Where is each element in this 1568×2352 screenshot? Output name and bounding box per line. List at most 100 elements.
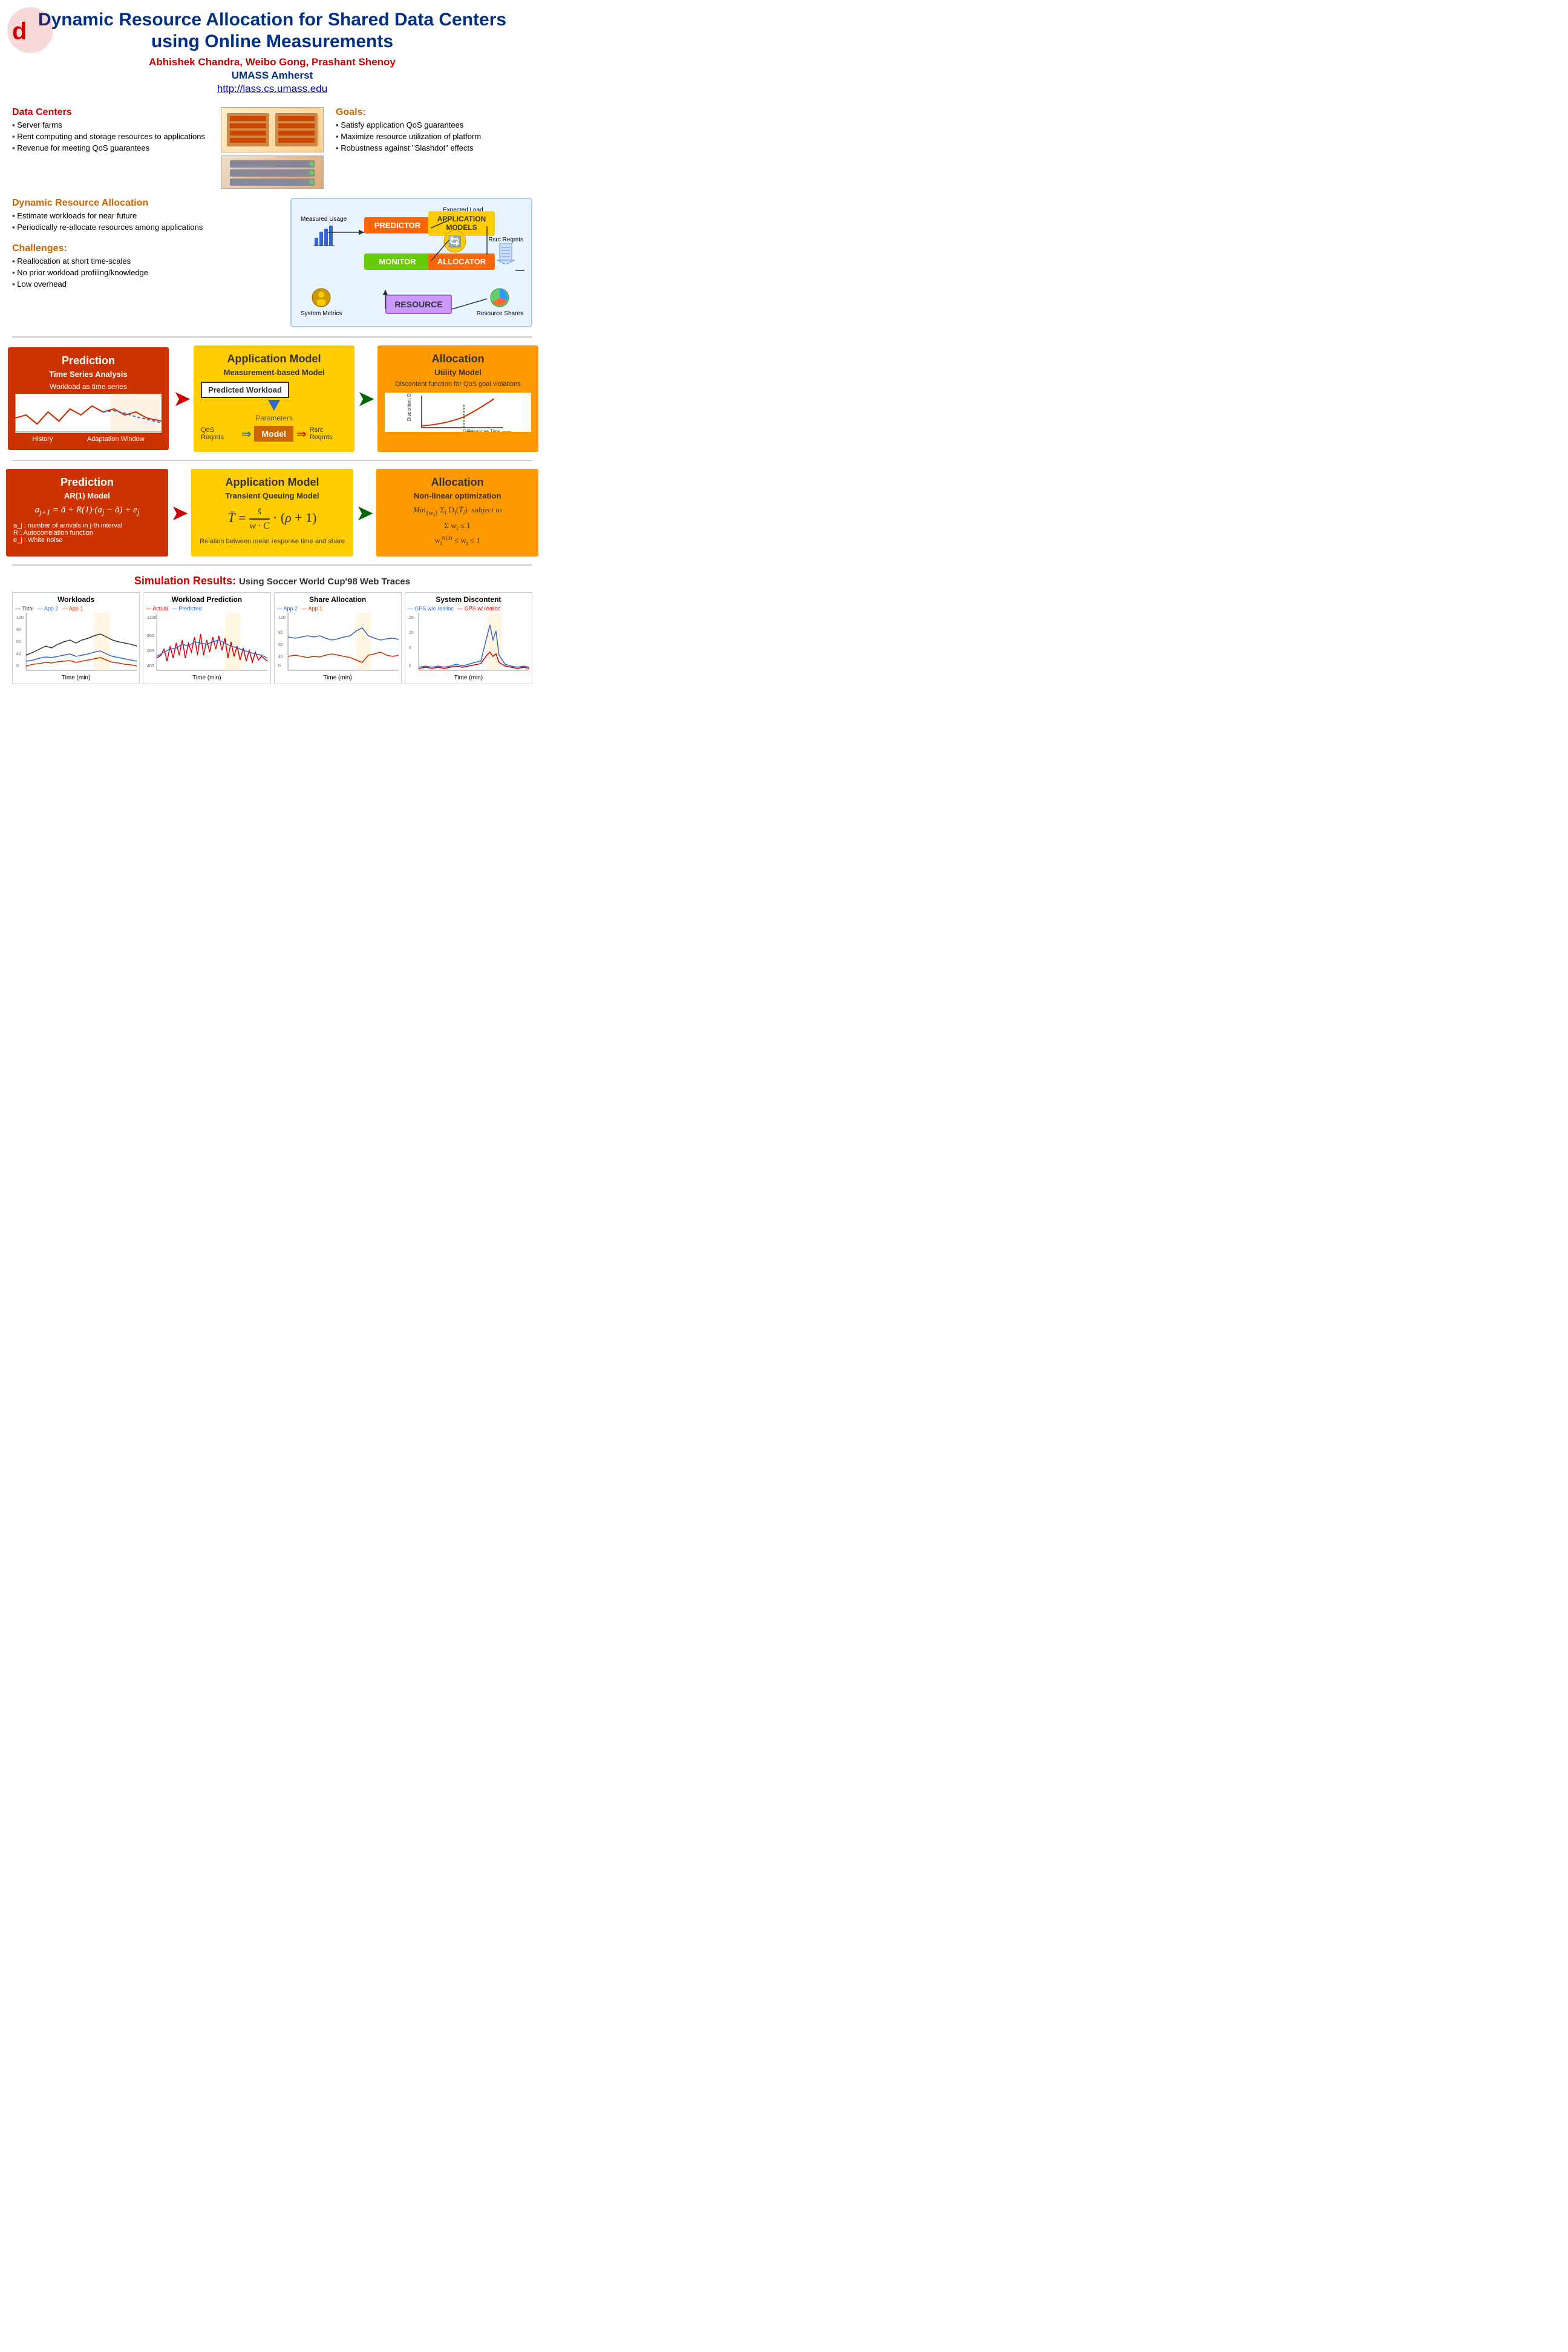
three-panel-row1: Prediction Time Series Analysis Workload… bbox=[0, 341, 544, 457]
model-box: Model bbox=[254, 426, 293, 442]
dc-images bbox=[218, 107, 327, 189]
svg-text:🔄: 🔄 bbox=[448, 235, 462, 247]
monitor-box: MONITOR bbox=[364, 253, 431, 270]
main-title: Dynamic Resource Allocation for Shared D… bbox=[12, 9, 532, 53]
sa-title: Share Allocation bbox=[277, 595, 399, 604]
ts-chart-1 bbox=[15, 394, 162, 433]
storage-image bbox=[221, 155, 324, 189]
ch-bullet-3: Low overhead bbox=[12, 279, 284, 290]
sa-legend: — App 2 — App 1 bbox=[277, 606, 399, 612]
top-section: Data Centers Server farms Rent computing… bbox=[0, 101, 544, 195]
arch-left-text: Dynamic Resource Allocation Estimate wor… bbox=[12, 198, 284, 327]
svg-text:60: 60 bbox=[16, 640, 21, 644]
opt-eq1: Min{wi} Σi Di(T̄i) subject to bbox=[384, 505, 531, 518]
dc-bullet-3: Revenue for meeting QoS guarantees bbox=[12, 143, 209, 154]
sd-legend: — GPS w/o realloc — GPS w/ realloc bbox=[408, 606, 529, 612]
app-model-panel-2: Application Model Transient Queuing Mode… bbox=[191, 469, 353, 557]
server-image bbox=[221, 107, 324, 152]
sd-title: System Discontent bbox=[408, 595, 529, 604]
workloads-chart: Workloads — Total — App 2 — App 1 120 80… bbox=[12, 592, 140, 684]
system-metrics-label: System Metrics bbox=[301, 287, 342, 317]
workloads-title: Workloads bbox=[15, 595, 137, 604]
prediction-subtitle-1: Time Series Analysis bbox=[15, 370, 162, 379]
ch-bullet-2: No prior workload profiling/knowledge bbox=[12, 268, 284, 278]
appmodel-subtitle-1: Measurement-based Model bbox=[201, 368, 347, 377]
opt-eq2: Σ wi ≤ 1 bbox=[384, 521, 531, 532]
svg-text:80: 80 bbox=[278, 631, 283, 635]
dc-bullet-1: Server farms bbox=[12, 120, 209, 131]
dynamic-resource-title: Dynamic Resource Allocation bbox=[12, 198, 284, 209]
appmodel-title-1: Application Model bbox=[201, 353, 347, 365]
data-centers-section: Data Centers Server farms Rent computing… bbox=[12, 107, 209, 189]
website-link[interactable]: http://lass.cs.umass.edu bbox=[217, 83, 327, 94]
goal-bullet-3: Robustness against "Slashdot" effects bbox=[336, 143, 532, 154]
resource-shares-label: Resource Shares bbox=[477, 287, 523, 317]
logo: d bbox=[6, 6, 54, 54]
sim-charts-container: Workloads — Total — App 2 — App 1 120 80… bbox=[12, 592, 532, 684]
sa-area: 120 80 60 40 0 bbox=[277, 613, 399, 673]
arrow-3: ➤ bbox=[169, 469, 190, 557]
tq-equation: T̄ = s̄ w · C · (ρ + 1) bbox=[198, 506, 346, 532]
institution: UMASS Amherst bbox=[12, 70, 532, 82]
app-model-panel-1: Application Model Measurement-based Mode… bbox=[194, 345, 354, 452]
allocation-title-2: Allocation bbox=[384, 476, 531, 489]
parameters-label: Parameters bbox=[201, 414, 347, 422]
simulation-section: Simulation Results: Using Soccer World C… bbox=[0, 569, 544, 690]
discontent-chart: Discontent D_i Goal Response Time —— bbox=[385, 393, 531, 432]
svg-text:0: 0 bbox=[409, 664, 411, 668]
model-flow: QoS Reqmts ⇒ Model ⇒ Rsrc Reqmts bbox=[201, 426, 347, 442]
prediction-title-2: Prediction bbox=[13, 476, 161, 489]
three-panel-row2: Prediction AR(1) Model aj+1 = ā + R(1)·(… bbox=[0, 464, 544, 561]
down-arrow bbox=[201, 400, 347, 414]
svg-text:40: 40 bbox=[278, 655, 283, 659]
svg-text:120: 120 bbox=[278, 616, 286, 620]
discontent-label: Discontent function for QoS goal violati… bbox=[385, 381, 531, 388]
prediction-title-1: Prediction bbox=[15, 354, 162, 367]
allocation-panel-1: Allocation Utility Model Discontent func… bbox=[377, 345, 538, 452]
workloads-area: 120 80 60 40 0 bbox=[15, 613, 137, 673]
allocation-subtitle-1: Utility Model bbox=[385, 368, 531, 377]
goal-bullet-2: Maximize resource utilization of platfor… bbox=[336, 132, 532, 142]
opt-eq3: wimin ≤ wi ≤ 1 bbox=[384, 534, 531, 547]
goal-bullet-1: Satisfy application QoS guarantees bbox=[336, 120, 532, 131]
svg-text:0: 0 bbox=[16, 664, 19, 668]
sa-xlabel: Time (min) bbox=[277, 675, 399, 681]
ar-model-label: AR(1) Model bbox=[13, 491, 161, 500]
data-centers-list: Server farms Rent computing and storage … bbox=[12, 120, 209, 154]
workloads-legend: — Total — App 2 — App 1 bbox=[15, 606, 137, 612]
relation-label: Relation between mean response time and … bbox=[198, 538, 346, 545]
measured-usage-label: Measured Usage bbox=[301, 216, 347, 249]
qos-reqmts-label: QoS Reqmts bbox=[201, 426, 238, 441]
svg-text:800: 800 bbox=[147, 634, 154, 638]
arrow-4: ➤ bbox=[354, 469, 375, 557]
qos-arrow: ⇒ bbox=[241, 426, 252, 442]
workload-label: Workload as time series bbox=[15, 382, 162, 391]
ar-equation: aj+1 = ā + R(1)·(aj − ā) + ej bbox=[13, 505, 161, 517]
sd-area: 25 15 5 0 bbox=[408, 613, 529, 673]
allocation-panel-2: Allocation Non-linear optimization Min{w… bbox=[376, 469, 538, 557]
allocation-subtitle-2: Non-linear optimization bbox=[384, 491, 531, 500]
dc-bullet-2: Rent computing and storage resources to … bbox=[12, 132, 209, 142]
goals-title: Goals: bbox=[336, 107, 532, 118]
wp-title: Workload Prediction bbox=[146, 595, 267, 604]
appmodel-subtitle-2: Transient Queuing Model bbox=[198, 491, 346, 500]
svg-text:d: d bbox=[12, 18, 27, 45]
svg-text:1200: 1200 bbox=[147, 616, 157, 620]
svg-text:Discontent D_i: Discontent D_i bbox=[407, 393, 412, 421]
svg-text:400: 400 bbox=[147, 664, 154, 668]
dr-bullet-1: Estimate workloads for near future bbox=[12, 211, 284, 221]
ar-desc: a_j : number of arrivals in j-th interva… bbox=[13, 522, 161, 544]
svg-text:0: 0 bbox=[278, 664, 281, 668]
svg-text:5: 5 bbox=[409, 646, 411, 650]
arch-section: Dynamic Resource Allocation Estimate wor… bbox=[0, 195, 544, 333]
rsrc-reqmts-label-panel: Rsrc Reqmts bbox=[310, 426, 347, 441]
wp-area: 1200 800 600 400 bbox=[146, 613, 267, 673]
sim-title: Simulation Results: Using Soccer World C… bbox=[12, 575, 532, 587]
header: d Dynamic Resource Allocation for Shared… bbox=[0, 0, 544, 101]
workloads-xlabel: Time (min) bbox=[15, 675, 137, 681]
allocation-title-1: Allocation bbox=[385, 353, 531, 365]
share-allocation-chart: Share Allocation — App 2 — App 1 120 80 … bbox=[274, 592, 402, 684]
challenges-list: Reallocation at short time-scales No pri… bbox=[12, 256, 284, 290]
data-centers-title: Data Centers bbox=[12, 107, 209, 118]
svg-text:80: 80 bbox=[16, 628, 21, 632]
